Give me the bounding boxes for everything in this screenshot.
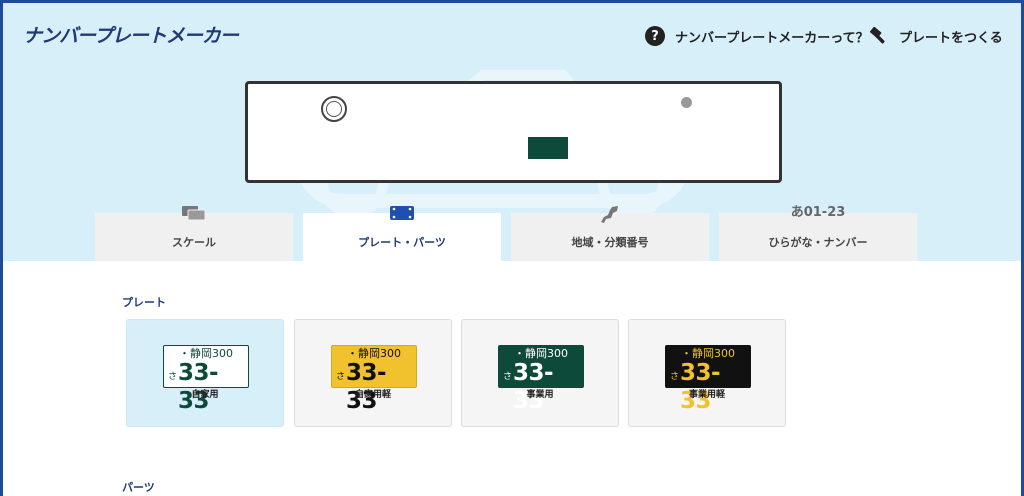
create-plate-label: プレートをつくる xyxy=(899,30,1003,46)
tab-region[interactable]: 地域・分類番号 xyxy=(511,206,709,261)
plate-thumbnail: ・静岡300 さ 33-33 xyxy=(163,345,249,414)
plate-card-private[interactable]: ・静岡300 さ 33-33 自家用 xyxy=(126,319,284,427)
parts-section-title: パーツ xyxy=(122,481,155,494)
plate-card-business[interactable]: ・静岡300 さ 33-33 事業用 xyxy=(461,319,619,427)
tab-kana-number[interactable]: あ01-23 ひらがな・ナンバー xyxy=(719,205,917,261)
plate-card-label: 事業用 xyxy=(526,390,554,400)
plate-card-private-kei[interactable]: ・静岡300 さ 33-33 自家用軽 xyxy=(294,319,452,427)
plate-hiragana: さ xyxy=(336,372,346,382)
plate-card-label: 事業用軽 xyxy=(688,390,725,400)
hammer-icon xyxy=(870,26,885,44)
plate-thumbnail: ・静岡300 さ 33-33 xyxy=(665,345,751,414)
tab-region-label: 地域・分類番号 xyxy=(571,236,649,249)
scale-icon xyxy=(182,206,206,221)
about-link-label: ナンバープレートメーカーって？ xyxy=(675,30,869,46)
plate-card-label: 自家用軽 xyxy=(354,390,391,400)
plate-thumbnail: ・静岡300 さ 33-33 xyxy=(498,345,584,414)
tab-plate-parts-label: プレート・パーツ xyxy=(358,236,446,249)
plate-color-sample xyxy=(528,137,568,159)
tab-kana-number-label: ひらがな・ナンバー xyxy=(768,236,868,249)
tab-scale-label: スケール xyxy=(172,236,216,249)
plate-preview xyxy=(245,81,782,183)
question-icon: ? xyxy=(645,26,665,46)
tab-scale[interactable]: スケール xyxy=(95,206,293,261)
plate-card-label: 自家用 xyxy=(191,390,219,400)
plate-hiragana: さ xyxy=(670,372,680,382)
bolt-hole-right xyxy=(681,97,692,108)
site-logo[interactable]: ナンバープレートメーカー xyxy=(23,21,239,48)
plate-hiragana: さ xyxy=(503,372,513,382)
bolt-hole-left xyxy=(321,96,347,122)
region-icon xyxy=(601,206,618,223)
editor-tabs: スケール プレート・パーツ 地域・分類番号 あ01-23 ひらがな・ナンバー xyxy=(95,203,917,261)
plate-thumbnail: ・静岡300 さ 33-33 xyxy=(331,345,417,414)
create-plate-link[interactable]: プレートをつくる xyxy=(869,26,1003,46)
plate-section-title: プレート xyxy=(122,296,166,309)
tab-plate-parts[interactable]: プレート・パーツ xyxy=(303,206,501,261)
plate-hiragana: さ xyxy=(168,372,178,382)
plate-icon xyxy=(390,206,414,220)
plate-card-business-kei[interactable]: ・静岡300 さ 33-33 事業用軽 xyxy=(628,319,786,427)
about-link[interactable]: ? ナンバープレートメーカーって？ xyxy=(645,26,869,46)
kana-number-icon: あ01-23 xyxy=(790,205,846,220)
